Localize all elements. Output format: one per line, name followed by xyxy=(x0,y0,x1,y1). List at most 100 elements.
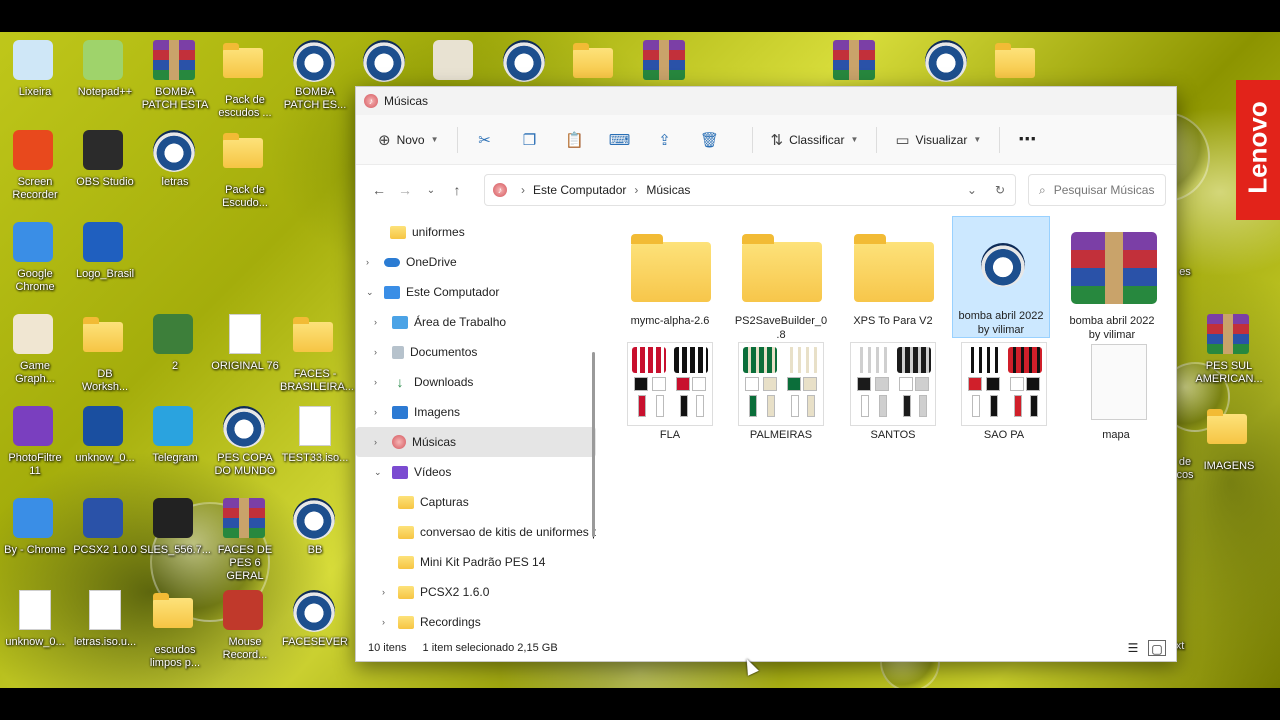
desktop-icon[interactable]: Pack de escudos ... xyxy=(210,40,280,120)
file-item[interactable]: bomba abril 2022 by vilimar xyxy=(1063,222,1161,342)
forward-arrow-icon[interactable]: → xyxy=(392,182,418,198)
desktop-icon[interactable]: ST PES COPA DO MUNDO xyxy=(210,406,280,478)
desktop-icon[interactable]: Lixeira xyxy=(0,40,70,99)
more-options-button[interactable]: ⋯ xyxy=(1012,125,1042,155)
copy-icon[interactable]: ❐ xyxy=(515,125,545,155)
desktop-icon[interactable] xyxy=(630,40,700,86)
navigation-pane[interactable]: uniformes › OneDrive ⌄ Este Computador › Área … xyxy=(356,217,596,637)
desktop-icon[interactable] xyxy=(820,40,890,86)
desktop-icon[interactable]: ST BB xyxy=(280,498,350,557)
desktop-icon[interactable]: PES SUL AMERICAN... xyxy=(1194,314,1264,386)
nav-item[interactable]: › OneDrive xyxy=(356,247,596,277)
desktop-icon[interactable]: FACES - BRASILEIRA... xyxy=(280,314,354,394)
back-arrow-icon[interactable]: ← xyxy=(366,182,392,198)
file-item[interactable]: XPS To Para V2 xyxy=(844,222,942,328)
desktop-icon[interactable] xyxy=(420,40,490,86)
view-button[interactable]: ▭ Visualizar ▼ xyxy=(889,125,987,155)
desktop-icon[interactable]: escudos limpos p... xyxy=(140,590,210,670)
recent-locations-icon[interactable]: ⌄ xyxy=(418,185,444,196)
desktop-icon[interactable]: Logo_Brasil xyxy=(70,222,140,281)
file-item[interactable]: mapa xyxy=(1067,342,1165,442)
large-icons-view-icon[interactable]: ▢ xyxy=(1148,640,1166,656)
desktop-icon[interactable]: Mouse Record... xyxy=(210,590,280,662)
desktop-icon[interactable]: Game Graph... xyxy=(0,314,70,386)
desktop-icon[interactable]: ST letras xyxy=(140,130,210,189)
desktop-icon[interactable]: FACES DE PES 6 GERAL xyxy=(210,498,280,583)
desktop-icon[interactable]: Pack de Escudo... xyxy=(210,130,280,210)
nav-item[interactable]: ⌄ Este Computador xyxy=(356,277,596,307)
up-arrow-icon[interactable]: ↑ xyxy=(444,182,470,198)
breadcrumb-current[interactable]: Músicas xyxy=(646,183,690,197)
cut-icon[interactable]: ✂ xyxy=(470,125,500,155)
desktop-icon[interactable]: IMAGENS xyxy=(1194,406,1264,473)
file-list[interactable]: mymc-alpha-2.6 PS2SaveBuilder_0 .8 XPS To … xyxy=(611,216,1171,642)
title-bar[interactable]: ♪ Músicas xyxy=(356,87,1176,115)
desktop-icon[interactable]: SLES_556.7... xyxy=(140,498,211,557)
file-explorer-window[interactable]: ♪ Músicas ⊕ Novo ▼ ✂ ❐ 📋 ⌨ ⇪ 🗑 ⇅ Classif… xyxy=(355,86,1177,662)
desktop-icon[interactable]: BOMBA PATCH ESTA xyxy=(140,40,210,112)
chevron-right-icon[interactable]: › xyxy=(374,317,377,327)
file-item[interactable]: mymc-alpha-2.6 xyxy=(621,222,719,328)
new-button[interactable]: ⊕ Novo ▼ xyxy=(372,125,445,155)
chevron-down-icon[interactable]: ⌄ xyxy=(374,467,382,478)
chevron-right-icon[interactable]: › xyxy=(374,377,377,387)
chevron-right-icon[interactable]: › xyxy=(374,347,377,357)
desktop-icon[interactable]: PhotoFiltre 11 xyxy=(0,406,70,478)
address-bar[interactable]: ♪ › Este Computador › Músicas ⌄ ↻ xyxy=(484,174,1016,206)
nav-item[interactable]: Mini Kit Padrão PES 14 xyxy=(356,547,596,577)
nav-item[interactable]: › PCSX2 1.6.0 xyxy=(356,577,596,607)
desktop-icon[interactable]: ST BOMBA PATCH ES... xyxy=(280,40,350,112)
desktop-icon[interactable]: DB Worksh... xyxy=(70,314,140,394)
file-item[interactable]: SANTOS xyxy=(844,342,942,442)
chevron-right-icon[interactable]: › xyxy=(374,437,377,447)
desktop-icon[interactable]: ST FACESEVER xyxy=(280,590,350,649)
desktop-icon[interactable]: letras.iso.u... xyxy=(70,590,140,649)
desktop-icon[interactable]: 2 xyxy=(140,314,210,373)
desktop-icon[interactable]: unknow_0... xyxy=(0,590,70,649)
refresh-icon[interactable]: ↻ xyxy=(995,183,1005,197)
sort-button[interactable]: ⇅ Classificar ▼ xyxy=(765,125,865,155)
search-input[interactable]: ⌕ Pesquisar Músicas xyxy=(1028,174,1166,206)
chevron-right-icon[interactable]: › xyxy=(382,587,385,597)
rename-icon[interactable]: ⌨ xyxy=(605,125,635,155)
file-item[interactable]: FLA xyxy=(621,342,719,442)
desktop-icon[interactable]: ST xyxy=(350,40,420,86)
nav-item[interactable]: › Recordings xyxy=(356,607,596,637)
nav-item[interactable]: › Músicas xyxy=(356,427,596,457)
breadcrumb-root[interactable]: Este Computador xyxy=(533,183,626,197)
desktop-icon[interactable]: ORIGINAL 76 xyxy=(210,314,280,373)
paste-icon[interactable]: 📋 xyxy=(560,125,590,155)
desktop-icon[interactable]: Screen Recorder xyxy=(0,130,70,202)
share-icon[interactable]: ⇪ xyxy=(650,125,680,155)
chevron-right-icon[interactable]: › xyxy=(382,617,385,627)
desktop-icon[interactable]: Telegram xyxy=(140,406,210,465)
nav-item[interactable]: Capturas xyxy=(356,487,596,517)
file-item[interactable]: SAO PA xyxy=(955,342,1053,442)
desktop-icon[interactable]: ST xyxy=(490,40,560,86)
nav-item[interactable]: › ↓ Downloads xyxy=(356,367,596,397)
nav-item[interactable]: conversao de kitis de uniformes p xyxy=(356,517,596,547)
nav-item[interactable]: › Documentos xyxy=(356,337,596,367)
nav-item[interactable]: ⌄ Vídeos xyxy=(356,457,596,487)
navigation-scrollbar[interactable] xyxy=(592,352,595,537)
desktop-icon[interactable]: By - Chrome xyxy=(0,498,70,557)
details-view-icon[interactable]: ☰ xyxy=(1124,640,1142,656)
file-item[interactable]: ST bomba abril 2022 by vilimar xyxy=(952,216,1050,338)
chevron-right-icon[interactable]: › xyxy=(366,257,369,267)
chevron-down-icon[interactable]: ⌄ xyxy=(366,287,374,298)
file-item[interactable]: PS2SaveBuilder_0 .8 xyxy=(732,222,830,342)
desktop-icon[interactable]: unknow_0... xyxy=(70,406,140,465)
delete-icon[interactable]: 🗑 xyxy=(695,125,725,155)
chevron-down-icon[interactable]: ⌄ xyxy=(967,183,977,197)
nav-item[interactable]: › Área de Trabalho xyxy=(356,307,596,337)
desktop-icon[interactable]: ST xyxy=(912,40,982,86)
nav-item[interactable]: uniformes xyxy=(356,217,596,247)
nav-item[interactable]: › Imagens xyxy=(356,397,596,427)
desktop-icon[interactable]: PCSX2 1.0.0 xyxy=(70,498,140,557)
file-item[interactable]: PALMEIRAS xyxy=(732,342,830,442)
chevron-right-icon[interactable]: › xyxy=(374,407,377,417)
desktop-icon[interactable]: Notepad++ xyxy=(70,40,140,99)
desktop-icon[interactable]: OBS Studio xyxy=(70,130,140,189)
desktop-icon[interactable]: TEST33.iso... xyxy=(280,406,350,465)
desktop-icon[interactable]: Google Chrome xyxy=(0,222,70,294)
